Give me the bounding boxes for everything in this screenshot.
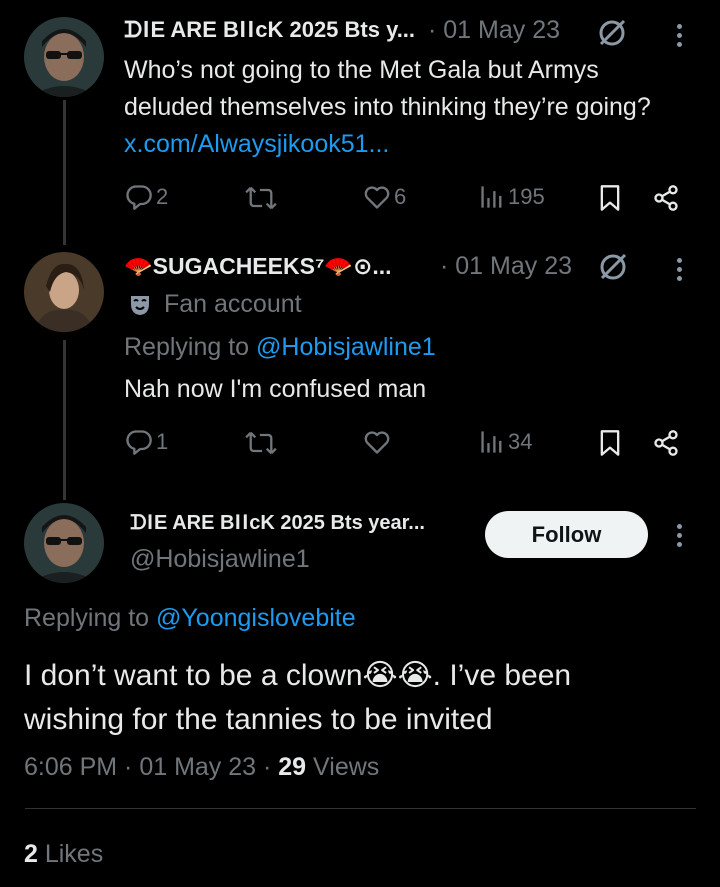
replying-prefix: Replying to <box>124 333 250 361</box>
tweet-meta: 6:06 PM · 01 May 23 · 29 Views <box>24 753 379 782</box>
tweet-text: Who’s not going to the Met Gala but Army… <box>124 52 684 163</box>
author-handle[interactable]: @Hobisjawline1 <box>130 545 310 574</box>
share-icon <box>654 185 678 211</box>
reply-button[interactable]: 1 <box>125 428 168 456</box>
more-icon[interactable] <box>675 520 683 551</box>
views-label: Views <box>306 753 380 781</box>
replying-handle[interactable]: @Yoongislovebite <box>156 604 356 632</box>
grok-icon[interactable] <box>597 251 629 288</box>
follow-button[interactable]: Follow <box>485 511 648 558</box>
more-icon[interactable] <box>675 254 683 285</box>
share-button[interactable] <box>652 429 680 457</box>
tweet-text-body: Who’s not going to the Met Gala but Army… <box>124 56 651 121</box>
more-icon[interactable] <box>675 20 683 51</box>
avatar[interactable] <box>24 17 104 97</box>
like-icon <box>364 431 390 454</box>
bookmark-button[interactable] <box>598 429 622 457</box>
timestamp[interactable]: · 01 May 23 <box>428 16 560 45</box>
avatar[interactable] <box>24 252 104 332</box>
retweet-button[interactable] <box>245 184 277 212</box>
grok-icon[interactable] <box>596 17 628 54</box>
likes-count: 2 <box>24 840 38 868</box>
reply-icon <box>126 185 152 210</box>
reply-count: 2 <box>156 184 169 209</box>
retweet-icon <box>245 431 277 455</box>
timestamp[interactable]: · 01 May 23 <box>440 252 572 281</box>
tweet-text: Nah now I'm confused man <box>124 375 427 403</box>
views-button[interactable]: 195 <box>480 184 545 210</box>
author-name[interactable]: 🪭SUGACHEEKS⁷🪭⊙... <box>124 253 392 280</box>
like-icon <box>364 186 390 209</box>
views-icon <box>481 431 502 453</box>
tweet-text: I don’t want to be a clown😭😭. I’ve been … <box>24 654 571 742</box>
view-count: 34 <box>508 429 533 454</box>
bookmark-button[interactable] <box>598 184 622 212</box>
view-count: 195 <box>508 184 545 209</box>
views-count: 29 <box>278 753 307 781</box>
bookmark-icon <box>600 185 620 211</box>
replying-to: Replying to @Yoongislovebite <box>24 604 356 633</box>
author-name[interactable]: ᗪ𐌉E ARE B𐌉𐌉cK 2025 Bts year... <box>130 510 425 535</box>
like-button[interactable]: 6 <box>363 184 406 210</box>
tweet-time[interactable]: 6:06 PM · 01 May 23 · <box>24 753 278 781</box>
mask-icon <box>128 293 152 322</box>
reply-button[interactable]: 2 <box>125 183 168 211</box>
reply-count: 1 <box>156 429 169 454</box>
avatar[interactable] <box>24 503 104 583</box>
reply-icon <box>126 430 152 455</box>
thread-line <box>63 100 66 245</box>
retweet-button[interactable] <box>245 429 277 457</box>
like-count: 6 <box>394 184 407 209</box>
replying-prefix: Replying to <box>24 604 150 632</box>
bookmark-icon <box>600 430 620 456</box>
tweet-text-line: wishing for the tannies to be invited <box>24 703 493 736</box>
retweet-icon <box>245 186 277 210</box>
likes-stat[interactable]: 2 Likes <box>24 840 103 869</box>
likes-label: Likes <box>37 840 104 868</box>
divider <box>25 808 696 809</box>
thread-line <box>63 340 66 500</box>
account-label: Fan account <box>164 290 302 318</box>
tweet-text-line: I don’t want to be a clown😭😭. I’ve been <box>24 659 572 692</box>
share-button[interactable] <box>652 184 680 212</box>
tweet-link[interactable]: x.com/Alwaysjikook51... <box>124 130 389 158</box>
replying-to: Replying to @Hobisjawline1 <box>124 333 436 362</box>
author-name[interactable]: ᗪ𐌉E ARE B𐌉𐌉cK 2025 Bts y... <box>124 17 415 43</box>
replying-handle[interactable]: @Hobisjawline1 <box>256 333 436 361</box>
views-button[interactable]: 34 <box>480 429 532 455</box>
like-button[interactable] <box>363 429 391 455</box>
share-icon <box>654 430 678 456</box>
views-icon <box>481 186 502 208</box>
